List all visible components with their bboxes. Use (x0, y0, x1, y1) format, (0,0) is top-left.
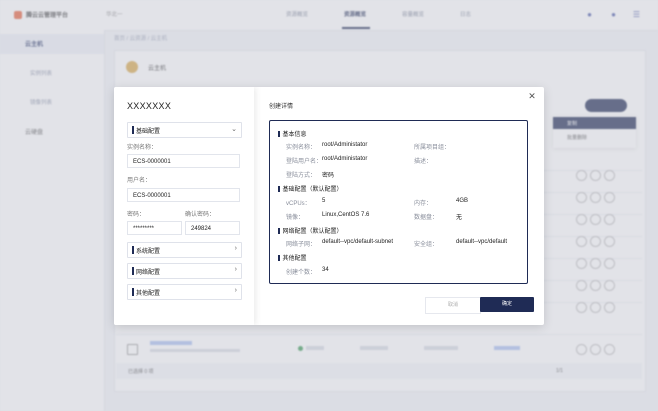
password-label: 密码： (127, 212, 146, 218)
create-modal: XXXXXXX 基础配置 ⌄ 实例名称： ECS-0000001 用户名： EC… (114, 87, 544, 325)
detail-key: 镜像： (286, 215, 305, 221)
detail-value: 密码 (322, 173, 335, 179)
section-system-config-label: 系统配置 (136, 249, 161, 255)
detail-value: 4GB (456, 198, 469, 204)
confirm-button[interactable]: 确定 (480, 297, 534, 312)
password-input[interactable]: ********* (127, 221, 182, 235)
detail-value: Linux,CentOS 7.6 (322, 212, 370, 218)
detail-key: 登陆方式： (286, 173, 317, 179)
details-summary-box: 基本信息 实例名称： root/Administator 所属项目组： 登陆用户… (269, 120, 528, 284)
config-panel: XXXXXXX 基础配置 ⌄ 实例名称： ECS-0000001 用户名： EC… (114, 87, 254, 325)
section-basic-config[interactable]: 基础配置 ⌄ (127, 122, 242, 138)
chevron-right-icon: › (234, 266, 237, 273)
detail-key: 创建个数： (286, 270, 317, 276)
confirm-password-label: 确认密码： (185, 212, 216, 218)
detail-key: 描述： (414, 159, 433, 165)
chevron-right-icon: › (234, 245, 237, 252)
detail-key: 所属项目组： (414, 145, 451, 151)
detail-value: 5 (322, 198, 326, 204)
detail-key: 安全组： (414, 242, 439, 248)
section-basic-config-label: 基础配置 (136, 129, 161, 135)
chevron-right-icon: › (234, 287, 237, 294)
instance-name-label: 实例名称： (127, 145, 158, 151)
username-label: 用户名： (127, 178, 152, 184)
section-marker (132, 126, 134, 134)
detail-key: vCPUs： (286, 201, 311, 207)
instance-name-input[interactable]: ECS-0000001 (127, 154, 240, 168)
confirm-password-input[interactable]: 249824 (185, 221, 240, 235)
detail-key: 实例名称： (286, 145, 317, 151)
section-marker (132, 267, 134, 275)
detail-key: 登陆用户名： (286, 159, 323, 165)
detail-value: default--vpc/default-subnet (322, 239, 394, 245)
section-network-config-label: 网络配置 (136, 270, 161, 276)
config-panel-title: XXXXXXX (127, 101, 172, 111)
chevron-down-icon: ⌄ (231, 126, 237, 133)
detail-key: 数据盘： (414, 215, 439, 221)
details-title: 创建详情 (269, 104, 294, 110)
cancel-button[interactable]: 取消 (425, 297, 481, 314)
section-other-config-label: 其他配置 (136, 291, 161, 297)
detail-key: 网络子网： (286, 242, 317, 248)
detail-value: 无 (456, 215, 463, 221)
close-icon[interactable]: ✕ (526, 90, 538, 102)
detail-value: root/Administator (322, 142, 368, 148)
detail-key: 内存： (414, 201, 433, 207)
section-system-config[interactable]: 系统配置 › (127, 242, 242, 258)
detail-value: 34 (322, 267, 329, 273)
section-marker (132, 246, 134, 254)
basic-info-heading: 基本信息 (278, 129, 307, 138)
network-config-heading: 网络配置（默认配置） (278, 226, 343, 235)
other-config-heading: 其他配置 (278, 253, 307, 262)
username-input[interactable]: ECS-0000001 (127, 188, 240, 202)
base-config-heading: 基础配置（默认配置） (278, 184, 343, 193)
section-other-config[interactable]: 其他配置 › (127, 284, 242, 300)
detail-value: root/Administator (322, 156, 368, 162)
section-marker (132, 288, 134, 296)
section-network-config[interactable]: 网络配置 › (127, 263, 242, 279)
detail-value: default--vpc/default (456, 239, 508, 245)
